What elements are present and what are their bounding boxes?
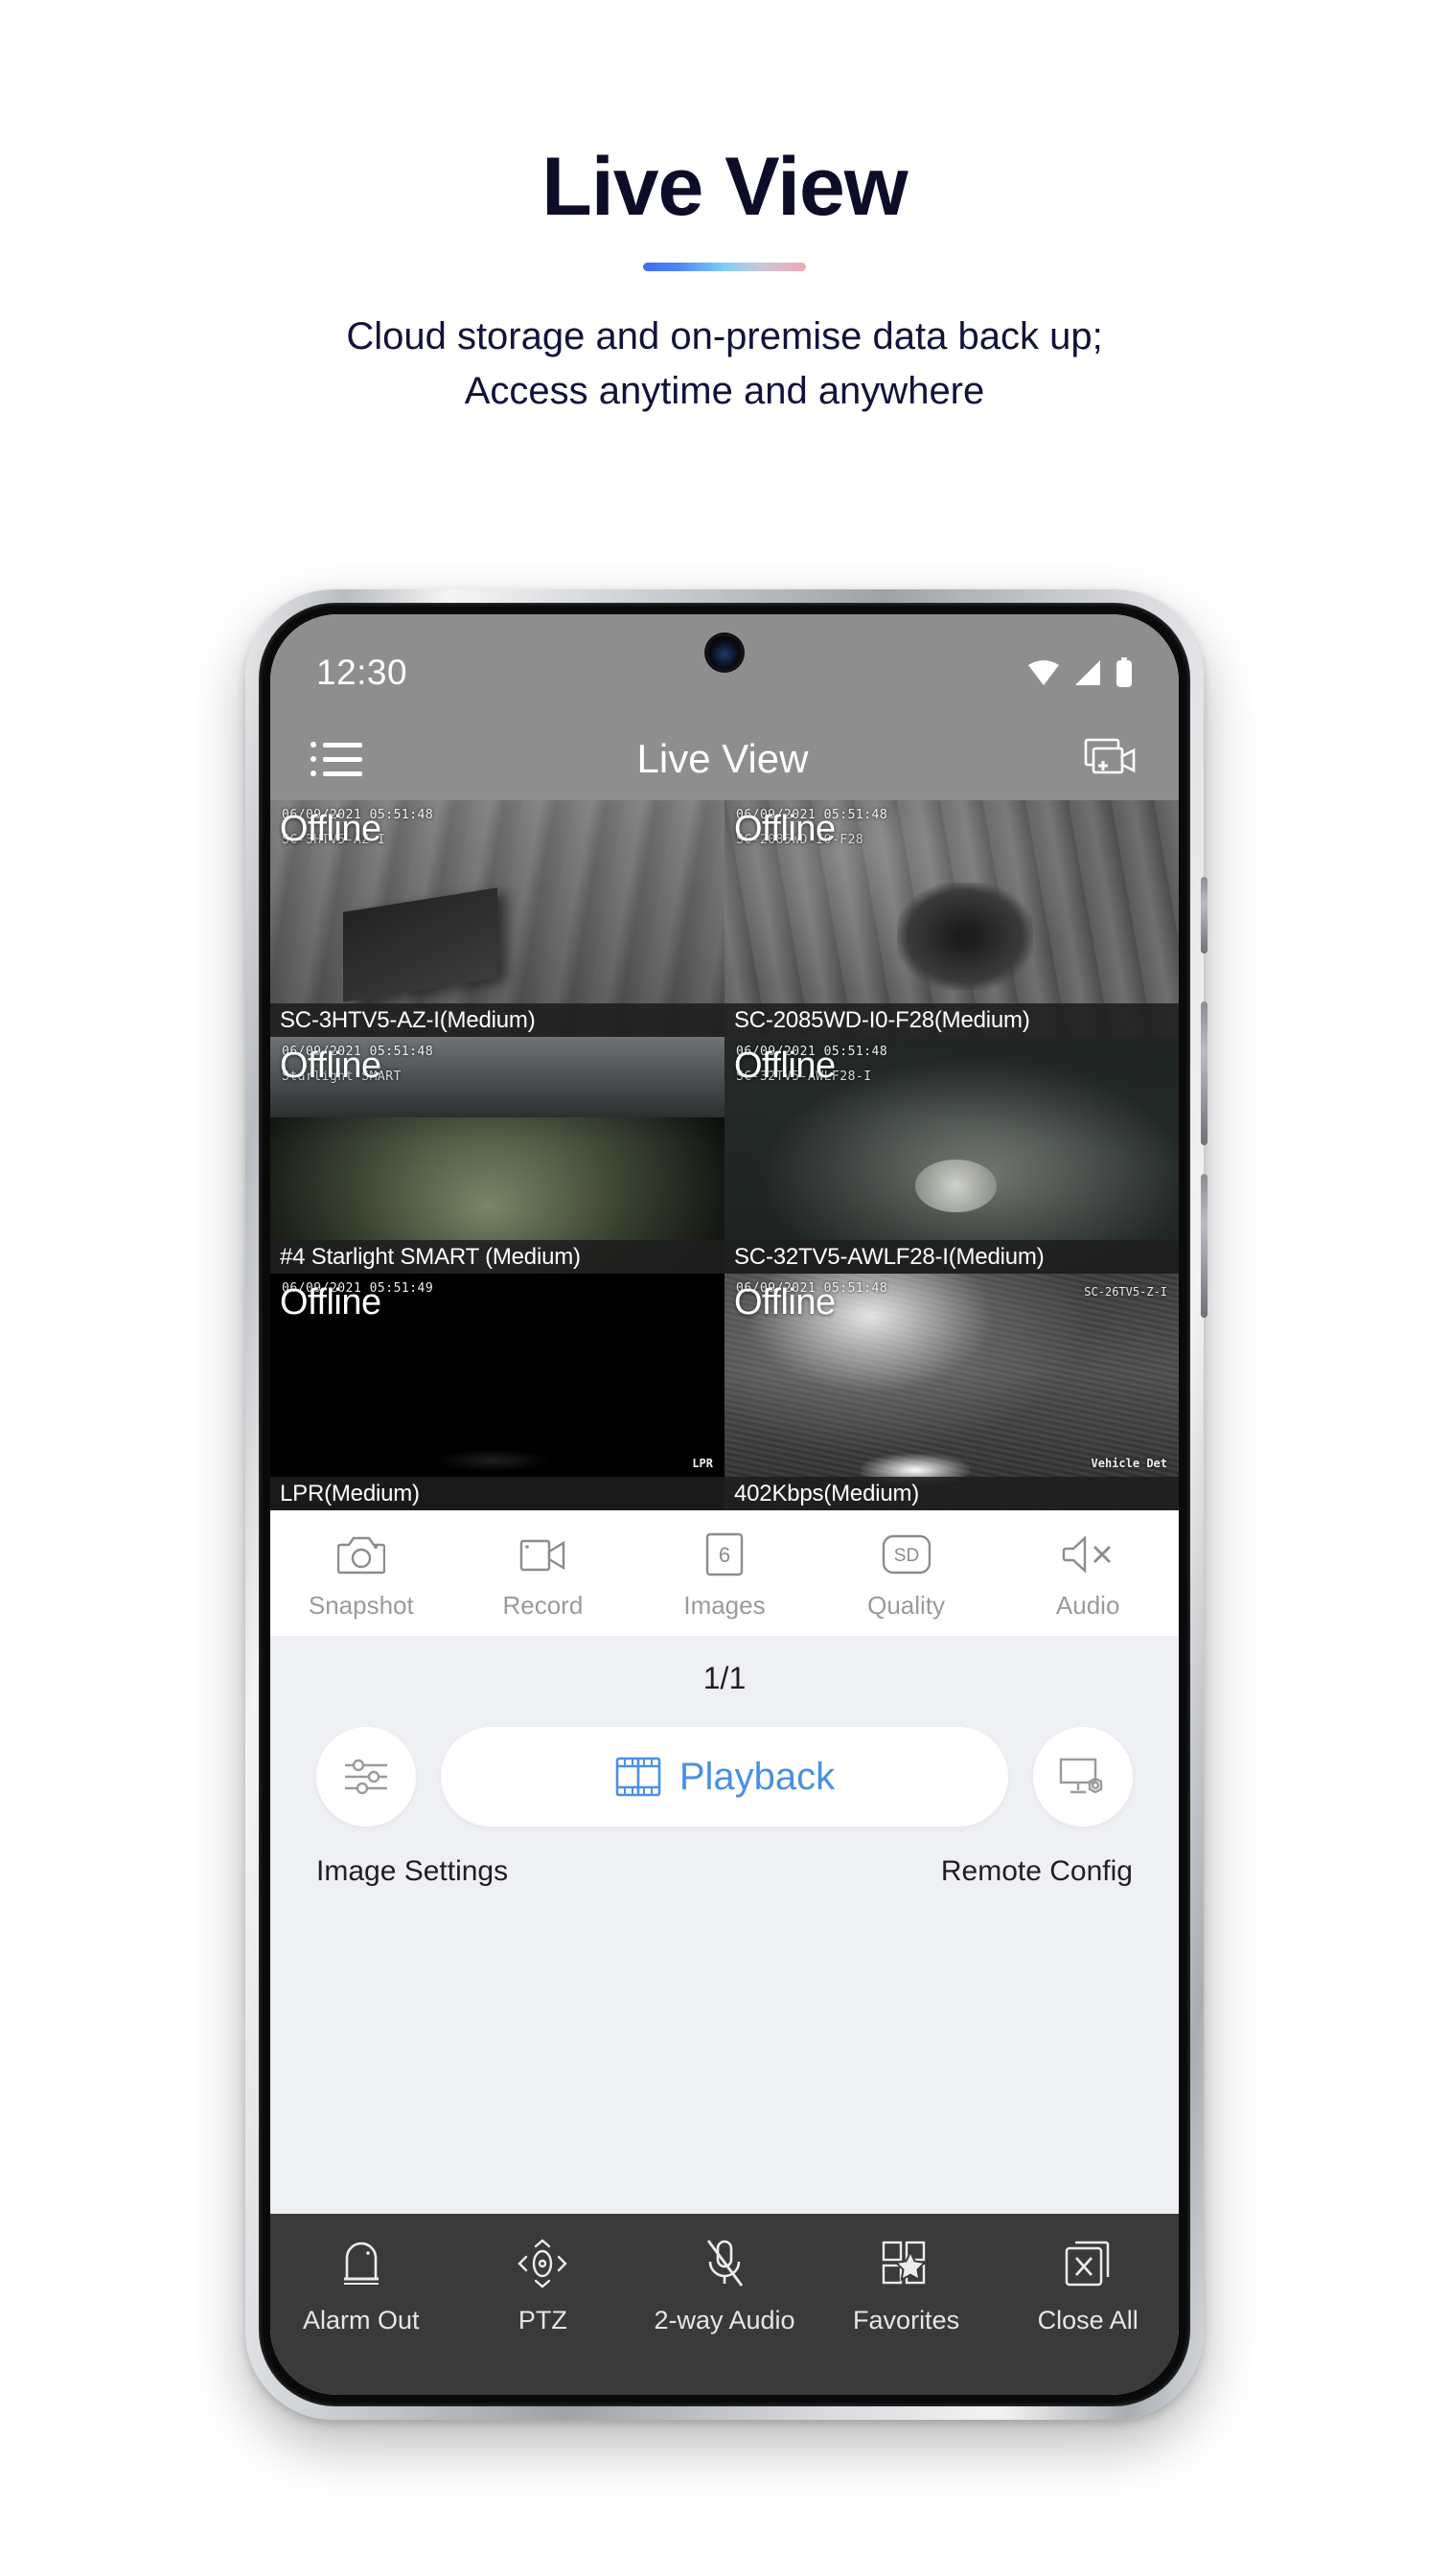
camera-name-label: 402Kbps(Medium) xyxy=(724,1477,1179,1510)
phone-side-button-top[interactable] xyxy=(1201,877,1208,954)
alarm-siren-icon xyxy=(339,2235,383,2292)
camera-name-label: SC-2085WD-I0-F28(Medium) xyxy=(724,1003,1179,1037)
camera-cell[interactable]: 06/09/2021 05:51:49 LPR Offline LPR(Medi… xyxy=(270,1274,724,1510)
tool-label: Images xyxy=(683,1591,766,1620)
camera-status-badge: Offline xyxy=(280,809,381,849)
camera-cell[interactable]: 06/09/2021 05:51:48 SC-2085WD-I0-F28 Off… xyxy=(724,800,1179,1037)
gradient-divider xyxy=(643,263,806,272)
film-strip-icon xyxy=(614,1754,662,1800)
hero-subtitle: Cloud storage and on-premise data back u… xyxy=(0,310,1449,419)
hamburger-list-icon[interactable] xyxy=(310,742,362,776)
nav-item-favorites[interactable]: Favorites xyxy=(816,2235,998,2335)
camera-status-badge: Offline xyxy=(734,1282,836,1322)
images-button[interactable]: 6 Images xyxy=(633,1530,816,1621)
app-header: Live View xyxy=(270,718,1179,800)
tool-label: Snapshot xyxy=(308,1591,414,1620)
tool-label: Audio xyxy=(1055,1591,1120,1620)
nav-item-alarm-out[interactable]: Alarm Out xyxy=(270,2235,452,2335)
battery-icon xyxy=(1116,657,1133,688)
page-root: Live View Cloud storage and on-premise d… xyxy=(0,0,1449,2576)
hero-section: Live View Cloud storage and on-premise d… xyxy=(0,0,1449,419)
image-settings-button[interactable] xyxy=(316,1727,416,1827)
audio-muted-icon xyxy=(1062,1530,1114,1579)
camera-grid: 06/09/2021 05:51:48 SC-3HTV5-AZ-I Offlin… xyxy=(270,800,1179,1510)
camera-name-label: SC-32TV5-AWLF28-I(Medium) xyxy=(724,1240,1179,1274)
grid-star-icon xyxy=(881,2235,932,2292)
add-camera-icon[interactable] xyxy=(1083,737,1138,781)
phone-side-button-mid[interactable] xyxy=(1201,1001,1208,1145)
camera-overlay-tag: Vehicle Det xyxy=(1091,1457,1167,1470)
phone-frame: 12:30 Live View 06/09/2021 05:51:48 SC-3… xyxy=(245,589,1208,2420)
snapshot-button[interactable]: Snapshot xyxy=(270,1530,452,1621)
hero-subtitle-line1: Cloud storage and on-premise data back u… xyxy=(346,315,1103,358)
nav-label: Close All xyxy=(1037,2306,1138,2334)
images-count-icon: 6 xyxy=(705,1530,744,1579)
app-title: Live View xyxy=(636,736,809,781)
nav-item-ptz[interactable]: PTZ xyxy=(452,2235,634,2335)
tool-label: Quality xyxy=(867,1591,946,1620)
playback-captions: Image Settings Remote Config xyxy=(270,1827,1179,1913)
camera-name-label: LPR(Medium) xyxy=(270,1477,724,1510)
svg-text:SD: SD xyxy=(893,1546,918,1566)
playback-label: Playback xyxy=(678,1755,836,1798)
quality-sd-icon: SD xyxy=(882,1530,932,1579)
page-title: Live View xyxy=(541,141,908,233)
phone-side-button-bottom[interactable] xyxy=(1201,1174,1208,1318)
tool-label: Record xyxy=(502,1591,584,1620)
remote-config-button[interactable] xyxy=(1033,1727,1133,1827)
front-camera-punch-hole xyxy=(707,635,742,670)
hero-subtitle-line2: Access anytime and anywhere xyxy=(464,370,985,413)
camera-cell[interactable]: 06/09/2021 05:51:48 SC-3HTV5-AZ-I Offlin… xyxy=(270,800,724,1037)
phone-mockup: 12:30 Live View 06/09/2021 05:51:48 SC-3… xyxy=(245,589,1208,2420)
camera-status-badge: Offline xyxy=(734,1046,836,1086)
status-icons xyxy=(1027,657,1133,688)
mic-muted-icon xyxy=(702,2235,748,2292)
video-camera-icon xyxy=(518,1530,566,1579)
remote-config-label: Remote Config xyxy=(940,1855,1133,1887)
camera-name-label: #4 Starlight SMART (Medium) xyxy=(270,1240,724,1274)
ptz-directional-icon xyxy=(515,2235,570,2292)
action-toolbar: Snapshot Record 6 Images SD Quality Audi… xyxy=(270,1510,1179,1636)
nav-label: 2-way Audio xyxy=(654,2306,795,2334)
nav-label: Alarm Out xyxy=(303,2306,420,2334)
camera-overlay-id: SC-26TV5-Z-I xyxy=(1084,1285,1167,1299)
phone-screen: 12:30 Live View 06/09/2021 05:51:48 SC-3… xyxy=(270,614,1179,2395)
playback-button[interactable]: Playback xyxy=(441,1727,1008,1827)
page-indicator: 1/1 xyxy=(702,1661,747,1695)
camera-status-badge: Offline xyxy=(734,809,836,849)
playback-row: Playback xyxy=(270,1706,1179,1827)
cellular-signal-icon xyxy=(1073,658,1102,687)
audio-button[interactable]: Audio xyxy=(997,1530,1179,1621)
nav-label: Favorites xyxy=(853,2306,960,2334)
svg-text:6: 6 xyxy=(719,1543,730,1567)
camera-overlay-tag: LPR xyxy=(692,1457,713,1470)
quality-button[interactable]: SD Quality xyxy=(816,1530,998,1621)
wifi-icon xyxy=(1027,658,1060,687)
camera-cell-selected[interactable]: 06/09/2021 05:51:48 SC-26TV5-Z-I Vehicle… xyxy=(724,1274,1179,1510)
nav-item-two-way-audio[interactable]: 2-way Audio xyxy=(633,2235,816,2335)
camera-cell[interactable]: 06/09/2021 05:51:48 Starlight SMART Offl… xyxy=(270,1037,724,1274)
phone-bezel: 12:30 Live View 06/09/2021 05:51:48 SC-3… xyxy=(259,603,1190,2406)
remote-config-icon xyxy=(1057,1754,1109,1800)
nav-item-close-all[interactable]: Close All xyxy=(997,2235,1179,2335)
bottom-navigation: Alarm Out PTZ 2-way Audio Favorites Clos… xyxy=(270,2214,1179,2395)
nav-label: PTZ xyxy=(518,2306,567,2334)
camera-status-badge: Offline xyxy=(280,1046,381,1086)
camera-name-label: SC-3HTV5-AZ-I(Medium) xyxy=(270,1003,724,1037)
record-button[interactable]: Record xyxy=(452,1530,634,1621)
status-clock: 12:30 xyxy=(316,653,408,692)
camera-status-badge: Offline xyxy=(280,1282,381,1322)
status-bar: 12:30 xyxy=(270,614,1179,718)
sliders-icon xyxy=(341,1754,391,1800)
camera-cell[interactable]: 06/09/2021 05:51:48 SC-32TV5-AWLF28-I Of… xyxy=(724,1037,1179,1274)
playback-section: 1/1 Playback Image Settings Remote Confi… xyxy=(270,1636,1179,2214)
camera-icon xyxy=(336,1530,385,1579)
close-all-icon xyxy=(1064,2235,1112,2292)
image-settings-label: Image Settings xyxy=(316,1855,509,1887)
